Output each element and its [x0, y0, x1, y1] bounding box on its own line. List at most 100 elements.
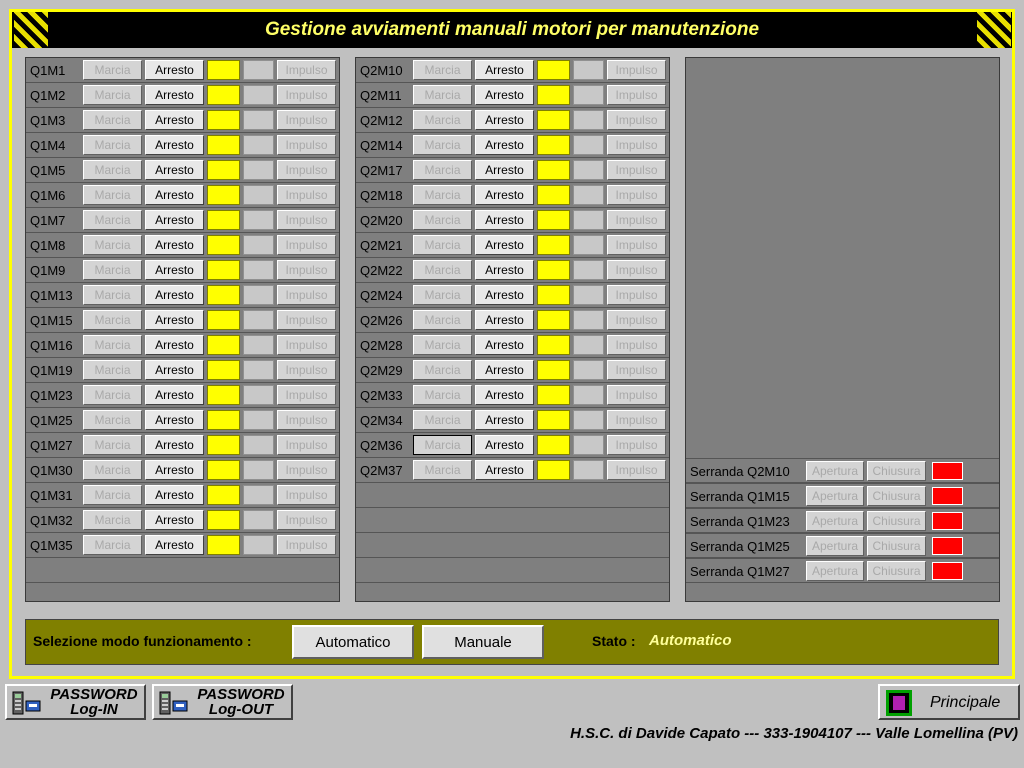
marcia-button[interactable]: Marcia [83, 85, 142, 105]
arresto-button[interactable]: Arresto [145, 135, 204, 155]
arresto-button[interactable]: Arresto [475, 335, 534, 355]
marcia-button[interactable]: Marcia [83, 160, 142, 180]
marcia-button[interactable]: Marcia [83, 460, 142, 480]
impulso-button[interactable]: Impulso [277, 85, 336, 105]
marcia-button[interactable]: Marcia [83, 110, 142, 130]
arresto-button[interactable]: Arresto [145, 185, 204, 205]
arresto-button[interactable]: Arresto [475, 285, 534, 305]
marcia-button[interactable]: Marcia [83, 285, 142, 305]
arresto-button[interactable]: Arresto [145, 60, 204, 80]
impulso-button[interactable]: Impulso [277, 310, 336, 330]
apertura-button[interactable]: Apertura [806, 461, 864, 481]
impulso-button[interactable]: Impulso [277, 335, 336, 355]
marcia-button[interactable]: Marcia [413, 210, 472, 230]
arresto-button[interactable]: Arresto [475, 85, 534, 105]
impulso-button[interactable]: Impulso [277, 435, 336, 455]
impulso-button[interactable]: Impulso [277, 160, 336, 180]
marcia-button[interactable]: Marcia [83, 360, 142, 380]
marcia-button[interactable]: Marcia [413, 235, 472, 255]
impulso-button[interactable]: Impulso [607, 460, 666, 480]
arresto-button[interactable]: Arresto [145, 335, 204, 355]
marcia-button[interactable]: Marcia [413, 185, 472, 205]
impulso-button[interactable]: Impulso [607, 410, 666, 430]
arresto-button[interactable]: Arresto [475, 410, 534, 430]
automatico-button[interactable]: Automatico [292, 625, 414, 659]
impulso-button[interactable]: Impulso [607, 260, 666, 280]
apertura-button[interactable]: Apertura [806, 561, 864, 581]
impulso-button[interactable]: Impulso [277, 535, 336, 555]
manuale-button[interactable]: Manuale [422, 625, 544, 659]
impulso-button[interactable]: Impulso [607, 360, 666, 380]
impulso-button[interactable]: Impulso [607, 235, 666, 255]
marcia-button[interactable]: Marcia [83, 60, 142, 80]
marcia-button[interactable]: Marcia [83, 385, 142, 405]
arresto-button[interactable]: Arresto [145, 385, 204, 405]
arresto-button[interactable]: Arresto [475, 310, 534, 330]
impulso-button[interactable]: Impulso [277, 185, 336, 205]
password-login-button[interactable]: PASSWORD Log-IN [5, 684, 146, 720]
impulso-button[interactable]: Impulso [607, 110, 666, 130]
marcia-button[interactable]: Marcia [83, 510, 142, 530]
marcia-button[interactable]: Marcia [413, 460, 472, 480]
impulso-button[interactable]: Impulso [277, 110, 336, 130]
password-logout-button[interactable]: PASSWORD Log-OUT [152, 684, 293, 720]
arresto-button[interactable]: Arresto [475, 185, 534, 205]
marcia-button[interactable]: Marcia [83, 210, 142, 230]
impulso-button[interactable]: Impulso [607, 310, 666, 330]
arresto-button[interactable]: Arresto [145, 510, 204, 530]
marcia-button[interactable]: Marcia [83, 235, 142, 255]
marcia-button[interactable]: Marcia [83, 135, 142, 155]
impulso-button[interactable]: Impulso [607, 60, 666, 80]
marcia-button[interactable]: Marcia [413, 410, 472, 430]
arresto-button[interactable]: Arresto [475, 360, 534, 380]
arresto-button[interactable]: Arresto [475, 385, 534, 405]
arresto-button[interactable]: Arresto [145, 160, 204, 180]
marcia-button[interactable]: Marcia [83, 410, 142, 430]
arresto-button[interactable]: Arresto [145, 460, 204, 480]
arresto-button[interactable]: Arresto [145, 310, 204, 330]
arresto-button[interactable]: Arresto [475, 260, 534, 280]
marcia-button[interactable]: Marcia [413, 385, 472, 405]
marcia-button[interactable]: Marcia [413, 260, 472, 280]
impulso-button[interactable]: Impulso [277, 60, 336, 80]
marcia-button[interactable]: Marcia [413, 85, 472, 105]
apertura-button[interactable]: Apertura [806, 511, 864, 531]
arresto-button[interactable]: Arresto [145, 210, 204, 230]
chiusura-button[interactable]: Chiusura [867, 511, 926, 531]
arresto-button[interactable]: Arresto [475, 135, 534, 155]
arresto-button[interactable]: Arresto [145, 110, 204, 130]
marcia-button[interactable]: Marcia [413, 110, 472, 130]
impulso-button[interactable]: Impulso [607, 135, 666, 155]
arresto-button[interactable]: Arresto [145, 435, 204, 455]
arresto-button[interactable]: Arresto [145, 410, 204, 430]
impulso-button[interactable]: Impulso [607, 185, 666, 205]
chiusura-button[interactable]: Chiusura [867, 561, 926, 581]
marcia-button[interactable]: Marcia [413, 310, 472, 330]
impulso-button[interactable]: Impulso [277, 285, 336, 305]
arresto-button[interactable]: Arresto [475, 60, 534, 80]
arresto-button[interactable]: Arresto [475, 210, 534, 230]
arresto-button[interactable]: Arresto [145, 360, 204, 380]
arresto-button[interactable]: Arresto [145, 535, 204, 555]
impulso-button[interactable]: Impulso [607, 160, 666, 180]
impulso-button[interactable]: Impulso [277, 235, 336, 255]
impulso-button[interactable]: Impulso [607, 85, 666, 105]
impulso-button[interactable]: Impulso [277, 260, 336, 280]
chiusura-button[interactable]: Chiusura [867, 461, 926, 481]
impulso-button[interactable]: Impulso [607, 435, 666, 455]
marcia-button[interactable]: Marcia [413, 435, 472, 455]
marcia-button[interactable]: Marcia [413, 135, 472, 155]
impulso-button[interactable]: Impulso [277, 510, 336, 530]
impulso-button[interactable]: Impulso [277, 385, 336, 405]
marcia-button[interactable]: Marcia [83, 185, 142, 205]
impulso-button[interactable]: Impulso [277, 360, 336, 380]
marcia-button[interactable]: Marcia [413, 335, 472, 355]
marcia-button[interactable]: Marcia [83, 435, 142, 455]
apertura-button[interactable]: Apertura [806, 536, 864, 556]
arresto-button[interactable]: Arresto [145, 260, 204, 280]
marcia-button[interactable]: Marcia [83, 310, 142, 330]
arresto-button[interactable]: Arresto [475, 110, 534, 130]
principale-button[interactable]: Principale [878, 684, 1020, 720]
marcia-button[interactable]: Marcia [413, 160, 472, 180]
marcia-button[interactable]: Marcia [413, 285, 472, 305]
